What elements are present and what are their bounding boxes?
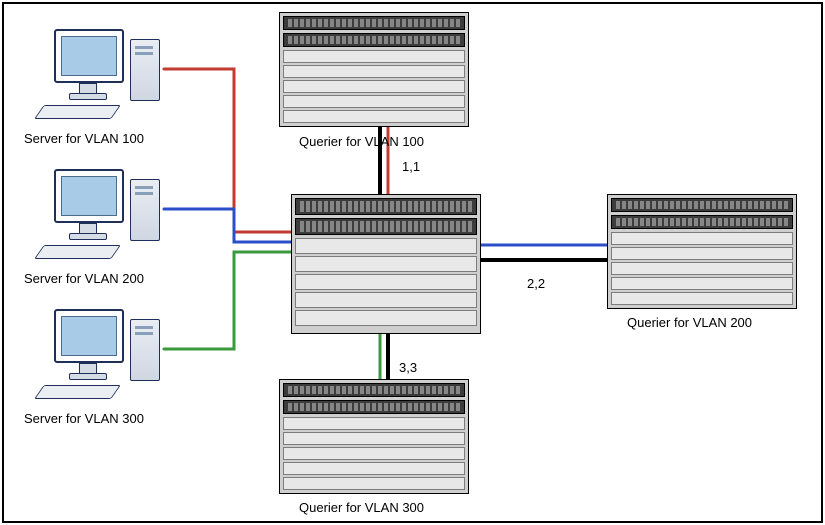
server-icon: [44, 309, 184, 404]
querier-label: Querier for VLAN 300: [299, 500, 424, 515]
switch-slot: [283, 110, 465, 123]
switch-slot: [295, 256, 477, 272]
switch-ports: [283, 400, 465, 414]
tower-icon: [130, 39, 160, 101]
switch-slot: [611, 232, 793, 245]
switch-slot: [611, 247, 793, 260]
querier-switch: [279, 379, 469, 494]
server-label: Server for VLAN 100: [24, 131, 144, 146]
switch-slot: [283, 462, 465, 475]
switch-ports: [611, 215, 793, 229]
diagram-frame: Server for VLAN 100 Server for VLAN 200 Se…: [2, 2, 823, 523]
switch-slot: [283, 447, 465, 460]
switch-slot: [283, 95, 465, 108]
ports-label: 2,2: [527, 276, 545, 291]
server-label: Server for VLAN 200: [24, 271, 144, 286]
switch-slot: [283, 50, 465, 63]
server-icon: [44, 29, 184, 124]
keyboard-icon: [34, 105, 121, 119]
querier-switch: [279, 12, 469, 127]
querier-switch: [607, 194, 797, 309]
keyboard-icon: [34, 385, 121, 399]
switch-slot: [611, 262, 793, 275]
switch-slot: [283, 80, 465, 93]
querier-label: Querier for VLAN 100: [299, 134, 424, 149]
switch-slot: [283, 432, 465, 445]
querier-label: Querier for VLAN 200: [627, 315, 752, 330]
switch-ports: [283, 33, 465, 47]
keyboard-icon: [34, 245, 121, 259]
server-label: Server for VLAN 300: [24, 411, 144, 426]
monitor-base: [69, 373, 107, 380]
switch-ports: [283, 383, 465, 397]
ports-label: 1,1: [402, 159, 420, 174]
switch-ports: [283, 16, 465, 30]
tower-icon: [130, 179, 160, 241]
monitor-base: [69, 93, 107, 100]
monitor-icon: [54, 29, 124, 83]
ports-label: 3,3: [399, 360, 417, 375]
switch-slot: [283, 477, 465, 490]
switch-slot: [295, 310, 477, 326]
server-icon: [44, 169, 184, 264]
switch-slot: [295, 238, 477, 254]
tower-icon: [130, 319, 160, 381]
central-switch: [291, 194, 481, 334]
switch-slot: [283, 65, 465, 78]
monitor-icon: [54, 169, 124, 223]
monitor-icon: [54, 309, 124, 363]
monitor-base: [69, 233, 107, 240]
switch-ports: [295, 218, 477, 235]
switch-ports: [295, 198, 477, 215]
switch-ports: [611, 198, 793, 212]
switch-slot: [295, 292, 477, 308]
switch-slot: [611, 292, 793, 305]
switch-slot: [283, 417, 465, 430]
diagram-canvas: Server for VLAN 100 Server for VLAN 200 Se…: [4, 4, 821, 521]
switch-slot: [611, 277, 793, 290]
switch-slot: [295, 274, 477, 290]
